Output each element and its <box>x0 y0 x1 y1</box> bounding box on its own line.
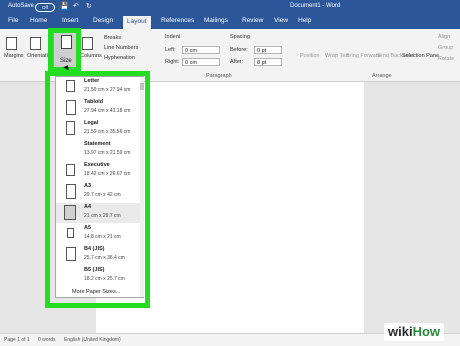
spacing-after-field[interactable]: 8 pt <box>254 58 282 66</box>
line-numbers-button[interactable]: Line Numbers <box>104 45 138 51</box>
tab-help[interactable]: Help <box>298 17 311 24</box>
indent-left-field[interactable]: 0 cm <box>182 46 220 54</box>
indent-right-label: Right: <box>165 59 180 65</box>
margins-button[interactable]: Margins <box>4 53 24 59</box>
spacing-before-field[interactable]: 0 pt <box>254 46 282 54</box>
autosave-label: AutoSave <box>8 3 35 9</box>
save-icon[interactable]: 💾 <box>60 2 69 10</box>
spacing-label: Spacing <box>230 34 250 40</box>
columns-button[interactable]: Columns <box>80 53 102 59</box>
columns-icon <box>82 37 93 52</box>
tab-insert[interactable]: Insert <box>62 17 78 24</box>
arrange-group-label: Arrange <box>372 73 392 79</box>
position-button[interactable]: Position <box>300 53 320 59</box>
autosave-toggle[interactable]: Off <box>35 3 55 12</box>
hyphenation-button[interactable]: Hyphenation <box>104 55 135 61</box>
margins-icon <box>6 37 17 52</box>
indent-label: Indent <box>165 34 181 40</box>
tab-mailings[interactable]: Mailings <box>204 17 228 24</box>
tab-review[interactable]: Review <box>242 17 263 24</box>
selection-pane-button[interactable]: Selection Pane <box>402 53 439 59</box>
language-indicator[interactable]: English (United Kingdom) <box>64 337 121 343</box>
tab-design[interactable]: Design <box>93 17 113 24</box>
indent-left-label: Left: <box>165 47 176 53</box>
align-button[interactable]: Align <box>438 34 450 40</box>
paragraph-group-label: Paragraph <box>206 73 232 79</box>
title-bar: AutoSave Off 💾 ↶ ↻ Document1 - Word <box>0 0 460 14</box>
tab-home[interactable]: Home <box>30 17 47 24</box>
group-button[interactable]: Group <box>438 45 453 51</box>
undo-icon[interactable]: ↶ <box>73 2 79 10</box>
indent-right-field[interactable]: 0 cm <box>182 58 220 66</box>
tab-references[interactable]: References <box>161 17 194 24</box>
ribbon-tabs: File Home Insert Design Layout Reference… <box>0 14 460 29</box>
page-count[interactable]: Page 1 of 1 <box>4 337 30 343</box>
spacing-after-label: After: <box>230 59 244 65</box>
wikihow-watermark: wikiHow <box>384 323 445 341</box>
size-menu-highlight <box>45 71 150 308</box>
tab-file[interactable]: File <box>8 17 18 24</box>
word-count[interactable]: 0 words <box>38 337 56 343</box>
breaks-button[interactable]: Breaks <box>104 35 121 41</box>
document-title: Document1 - Word <box>290 3 341 9</box>
rotate-button[interactable]: Rotate <box>438 56 454 62</box>
redo-icon[interactable]: ↻ <box>86 2 92 10</box>
tab-layout[interactable]: Layout <box>123 16 151 29</box>
orientation-icon <box>30 37 41 52</box>
spacing-before-label: Before: <box>230 47 248 53</box>
tab-view[interactable]: View <box>274 17 288 24</box>
